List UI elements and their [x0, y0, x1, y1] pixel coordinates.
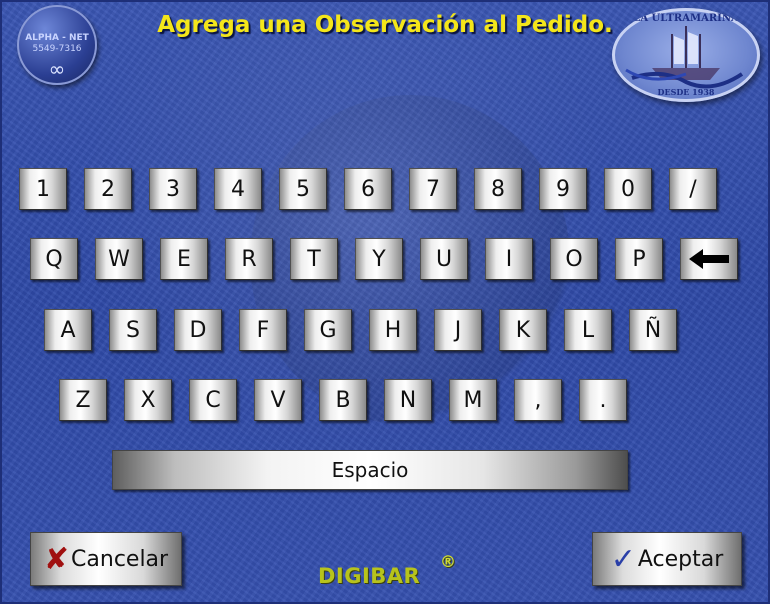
- key-p[interactable]: P: [615, 238, 663, 280]
- key-z[interactable]: Z: [59, 379, 107, 421]
- infinity-icon: ∞: [48, 57, 66, 81]
- cancel-button[interactable]: ✘ Cancelar: [30, 532, 182, 586]
- accept-button[interactable]: ✓ Aceptar: [592, 532, 742, 586]
- key-b[interactable]: B: [319, 379, 367, 421]
- key-i[interactable]: I: [485, 238, 533, 280]
- key-k[interactable]: K: [499, 309, 547, 351]
- left-arrow-icon: [689, 249, 729, 269]
- key-r[interactable]: R: [225, 238, 273, 280]
- key-e[interactable]: E: [160, 238, 208, 280]
- cancel-label: Cancelar: [71, 546, 169, 572]
- key-x[interactable]: X: [124, 379, 172, 421]
- accept-label: Aceptar: [637, 546, 724, 572]
- key-t[interactable]: T: [290, 238, 338, 280]
- key-0[interactable]: 0: [604, 168, 652, 210]
- x-icon: ✘: [43, 541, 70, 577]
- logo-right-name: LA ULTRAMARINA: [633, 13, 739, 24]
- check-icon: ✓: [610, 541, 636, 577]
- key-3[interactable]: 3: [149, 168, 197, 210]
- key-comma[interactable]: ,: [514, 379, 562, 421]
- page-title: Agrega una Observación al Pedido.: [157, 12, 613, 38]
- alpha-net-logo: ALPHA - NET 5549-7316 ∞: [17, 5, 97, 85]
- key-6[interactable]: 6: [344, 168, 392, 210]
- key-period[interactable]: .: [579, 379, 627, 421]
- la-ultramarina-logo: LA ULTRAMARINA DESDE 1938: [612, 8, 760, 102]
- key-l[interactable]: L: [564, 309, 612, 351]
- logo-left-line1: ALPHA - NET: [25, 33, 89, 43]
- key-9[interactable]: 9: [539, 168, 587, 210]
- key-s[interactable]: S: [109, 309, 157, 351]
- key-j[interactable]: J: [434, 309, 482, 351]
- key-m[interactable]: M: [449, 379, 497, 421]
- key-f[interactable]: F: [239, 309, 287, 351]
- key-v[interactable]: V: [254, 379, 302, 421]
- key-o[interactable]: O: [550, 238, 598, 280]
- key-w[interactable]: W: [95, 238, 143, 280]
- key-g[interactable]: G: [304, 309, 352, 351]
- key-5[interactable]: 5: [279, 168, 327, 210]
- key-7[interactable]: 7: [409, 168, 457, 210]
- backspace-key[interactable]: [680, 238, 738, 280]
- key-a[interactable]: A: [44, 309, 92, 351]
- key-h[interactable]: H: [369, 309, 417, 351]
- brand-text: DIGIBAR: [318, 564, 421, 588]
- registered-mark: ®: [440, 552, 457, 571]
- key-c[interactable]: C: [189, 379, 237, 421]
- key-q[interactable]: Q: [30, 238, 78, 280]
- key-y[interactable]: Y: [355, 238, 403, 280]
- key-n[interactable]: N: [384, 379, 432, 421]
- key-8[interactable]: 8: [474, 168, 522, 210]
- key-slash[interactable]: /: [669, 168, 717, 210]
- key-4[interactable]: 4: [214, 168, 262, 210]
- key-1[interactable]: 1: [19, 168, 67, 210]
- key-d[interactable]: D: [174, 309, 222, 351]
- key-2[interactable]: 2: [84, 168, 132, 210]
- digibar-brand: DIGIBAR ®: [318, 552, 456, 588]
- logo-right-tagline: DESDE 1938: [657, 87, 715, 97]
- logo-left-line2: 5549-7316: [32, 44, 82, 54]
- space-key[interactable]: Espacio: [112, 450, 628, 490]
- key-enye[interactable]: Ñ: [629, 309, 677, 351]
- key-u[interactable]: U: [420, 238, 468, 280]
